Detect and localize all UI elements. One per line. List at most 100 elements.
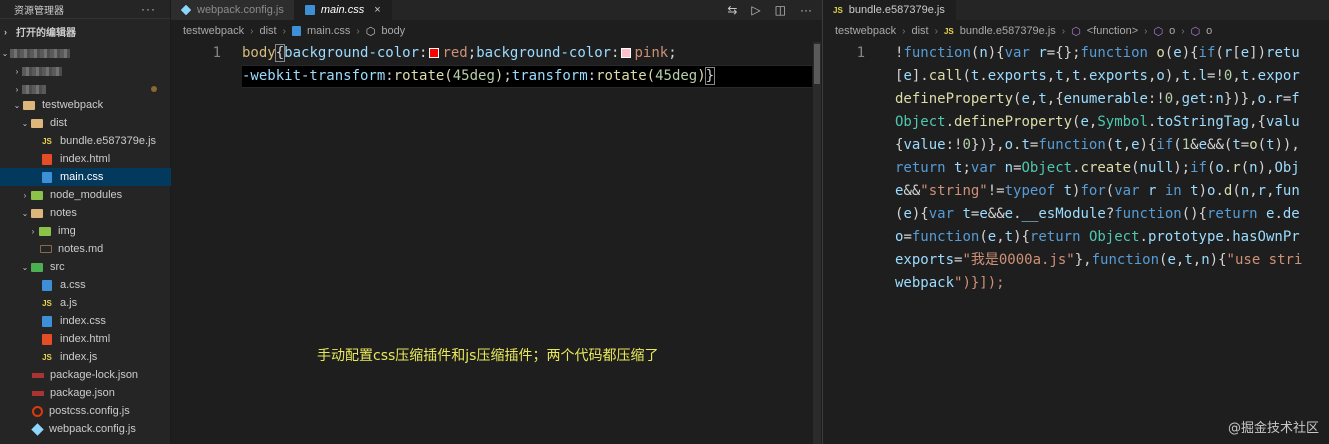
css-number: 45deg — [452, 68, 495, 84]
tree-item-a-css[interactable]: a.css — [0, 276, 171, 294]
js-file-icon: JS — [42, 136, 52, 146]
chevron-right-icon: › — [250, 25, 254, 37]
more-actions-icon[interactable]: ··· — [141, 2, 156, 16]
breadcrumb-item[interactable]: o — [1206, 25, 1212, 37]
tree-item-img[interactable]: › img — [0, 222, 171, 240]
tree-item-testwebpack[interactable]: ⌄ testwebpack — [0, 96, 171, 114]
css-function: ) — [697, 68, 706, 84]
tree-item-package-lock[interactable]: package-lock.json — [0, 366, 171, 384]
folder-src-icon — [30, 261, 44, 273]
tree-item-src-index-html[interactable]: index.html — [0, 330, 171, 348]
tree-item-redacted[interactable]: ⌄ — [0, 44, 171, 62]
tree-item-src[interactable]: ⌄ src — [0, 258, 171, 276]
tab-bundle-js[interactable]: JS bundle.e587379e.js — [823, 0, 956, 20]
breadcrumb-item[interactable]: o — [1169, 25, 1175, 37]
tree-item-label: notes.md — [58, 243, 104, 255]
punctuation: ; — [467, 45, 477, 61]
function-symbol-icon: ⬡ — [1071, 25, 1081, 38]
tree-item-index-html[interactable]: index.html — [0, 150, 171, 168]
split-editor-icon[interactable]: ◫ — [775, 3, 786, 17]
chevron-down-icon: ⌄ — [1, 48, 9, 58]
tree-item-label: testwebpack — [42, 99, 104, 111]
tree-item-index-js[interactable]: JS index.js — [0, 348, 171, 366]
tree-item-label: postcss.config.js — [49, 405, 130, 417]
css-file-icon — [42, 315, 52, 327]
tree-item-postcss-config[interactable]: postcss.config.js — [0, 402, 171, 420]
code-line: Object.defineProperty(e,Symbol.toStringT… — [895, 114, 1300, 130]
tree-item-redacted[interactable]: › — [0, 62, 171, 80]
css-file-icon — [304, 5, 315, 15]
breadcrumb-item[interactable]: bundle.e587379e.js — [960, 25, 1056, 37]
chevron-right-icon: › — [1181, 25, 1185, 37]
js-file-icon: JS — [943, 26, 954, 36]
breadcrumb-item[interactable]: <function> — [1087, 25, 1138, 37]
tree-item-webpack-config[interactable]: webpack.config.js — [0, 420, 171, 438]
breadcrumb-item[interactable]: dist — [912, 25, 929, 37]
color-swatch-red[interactable] — [429, 48, 440, 58]
punctuation: : — [611, 45, 620, 61]
chevron-down-icon: ⌄ — [21, 208, 29, 218]
redacted-label — [22, 84, 46, 94]
punctuation: : — [385, 68, 394, 84]
tree-item-main-css[interactable]: main.css — [0, 168, 171, 186]
folder-green-icon — [38, 225, 52, 237]
breadcrumb-item[interactable]: main.css — [307, 25, 350, 37]
css-value: pink — [634, 45, 669, 61]
tree-item-label: index.css — [60, 315, 106, 327]
code-line: webpack")}]); — [895, 275, 1005, 291]
tree-item-label: a.js — [60, 297, 78, 309]
color-swatch-pink[interactable] — [621, 48, 632, 58]
tree-item-dist[interactable]: ⌄ dist — [0, 114, 171, 132]
tree-item-notes-md[interactable]: notes.md — [0, 240, 171, 258]
open-editors-section[interactable]: › 打开的编辑器 — [0, 18, 170, 44]
tree-item-index-css[interactable]: index.css — [0, 312, 171, 330]
tree-item-bundle-js[interactable]: JS bundle.e587379e.js — [0, 132, 171, 150]
code-line: return t;var n=Object.create(null);if(o.… — [895, 160, 1300, 176]
css-property: -webkit-transform — [242, 68, 386, 84]
breadcrumb-item[interactable]: testwebpack — [835, 25, 896, 37]
brace: { — [274, 44, 286, 62]
breadcrumb-item[interactable]: dist — [260, 25, 277, 37]
more-actions-icon[interactable]: ··· — [800, 3, 812, 17]
explorer-title: 资源管理器 — [14, 5, 64, 17]
symbol-icon: ⬡ — [365, 25, 376, 38]
scrollbar-thumb[interactable] — [814, 44, 820, 84]
tree-item-label: package.json — [50, 387, 115, 399]
tree-item-package-json[interactable]: package.json — [0, 384, 171, 402]
breadcrumb: testwebpack › dist › main.css › ⬡ body — [171, 20, 822, 42]
chevron-right-icon: › — [1144, 25, 1148, 37]
chevron-right-icon: › — [1061, 25, 1066, 37]
code-line: !function(n){var r={};function o(e){if(r… — [895, 45, 1300, 61]
run-icon[interactable]: ▷ — [751, 3, 760, 17]
css-property: transform — [511, 68, 588, 84]
npm-file-icon — [32, 390, 44, 396]
annotation-text: 手动配置css压缩插件和js压缩插件；两个代码都压缩了 — [317, 348, 659, 364]
js-file-icon: JS — [42, 298, 52, 308]
compare-icon[interactable]: ⇆ — [727, 3, 737, 17]
tab-label: webpack.config.js — [197, 4, 284, 16]
tree-item-a-js[interactable]: JS a.js — [0, 294, 171, 312]
close-icon[interactable]: × — [374, 4, 380, 16]
breadcrumb-item[interactable]: testwebpack — [183, 25, 244, 37]
punctuation: ; — [503, 68, 512, 84]
tab-main-css[interactable]: main.css × — [294, 0, 392, 20]
code-line: (e){var t=e&&e.__esModule?function(){ret… — [895, 206, 1300, 222]
chevron-right-icon: › — [4, 26, 7, 37]
code-line: [e].call(t.exports,t,t.exports,o),t.l=!0… — [895, 68, 1300, 84]
tab-bar: webpack.config.js main.css × ⇆ ▷ ◫ ··· — [171, 0, 822, 20]
chevron-right-icon: › — [23, 190, 27, 200]
code-line: defineProperty(e,t,{enumerable:!0,get:n}… — [895, 91, 1300, 107]
tab-webpack-config[interactable]: webpack.config.js — [171, 0, 295, 20]
tab-label: main.css — [320, 4, 365, 16]
redacted-label — [10, 48, 70, 58]
chevron-down-icon: ⌄ — [21, 262, 29, 272]
tree-item-notes[interactable]: ⌄ notes — [0, 204, 171, 222]
tree-item-node-modules[interactable]: › node_modules — [0, 186, 171, 204]
breadcrumb-item[interactable]: body — [381, 25, 405, 37]
vertical-scrollbar[interactable] — [813, 42, 821, 444]
breadcrumb: testwebpack › dist › JS bundle.e587379e.… — [823, 20, 1329, 42]
line-number: 1 — [212, 45, 221, 61]
html-file-icon — [42, 153, 52, 165]
webpack-file-icon — [31, 422, 44, 436]
tree-item-label: index.js — [60, 351, 98, 363]
